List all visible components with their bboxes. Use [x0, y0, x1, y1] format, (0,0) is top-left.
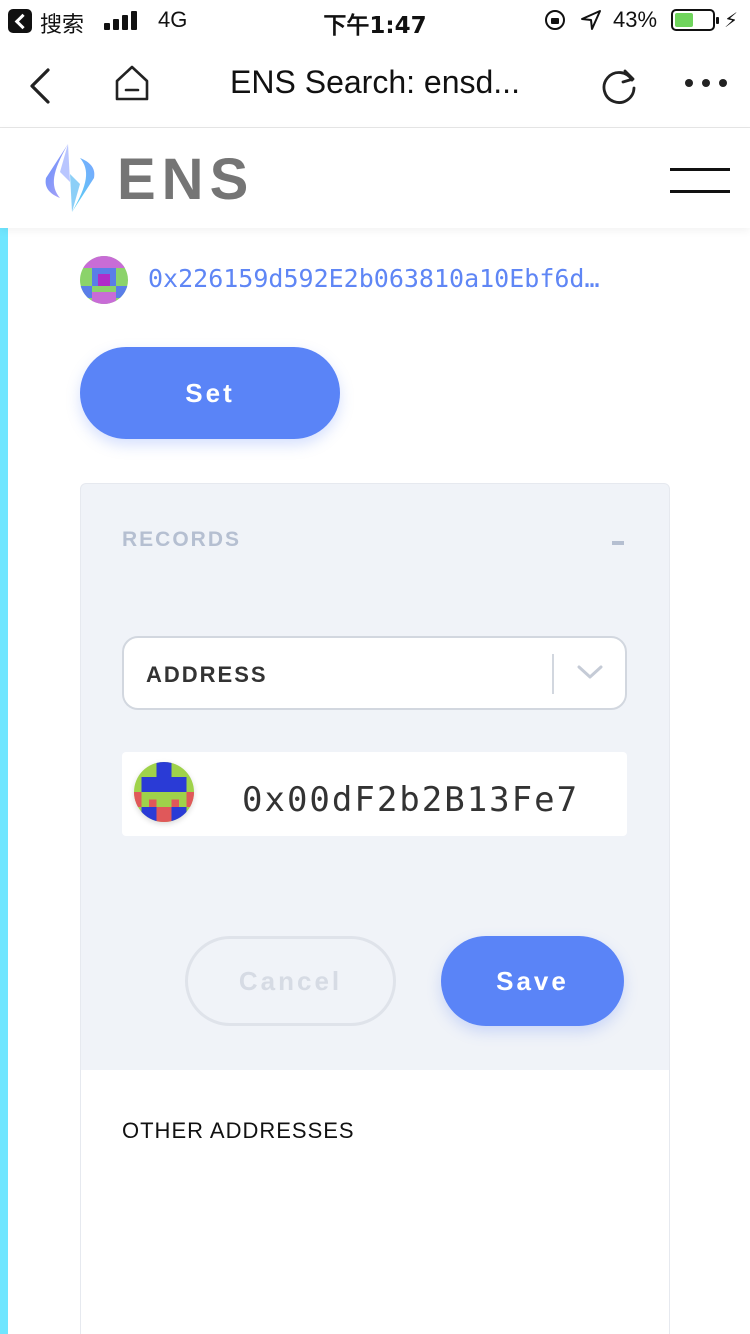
chevron-down-icon[interactable] — [577, 662, 603, 682]
other-addresses-panel — [81, 1070, 669, 1334]
refresh-icon[interactable] — [599, 66, 639, 104]
charging-icon: ⚡ — [724, 10, 739, 32]
owner-address-link[interactable]: 0x226159d592E2b063810a10Ebf6d… — [148, 264, 668, 293]
cancel-button[interactable]: Cancel — [185, 936, 396, 1026]
address-value[interactable]: 0x00dF2b2B13Fe7 — [242, 780, 579, 820]
battery-percent: 43% — [613, 7, 658, 32]
set-button[interactable]: Set — [80, 347, 340, 439]
owner-avatar — [80, 256, 128, 304]
ens-logo-text[interactable]: ENS — [117, 146, 254, 213]
select-divider — [552, 654, 554, 694]
browser-nav-bar: ENS Search: ensd... — [0, 40, 750, 128]
records-collapse-toggle[interactable] — [612, 541, 624, 545]
records-title: RECORDS — [122, 528, 242, 551]
ens-logo-icon[interactable] — [38, 142, 102, 214]
status-bar: 搜索 4G 下午1:47 43% ⚡ — [0, 0, 750, 40]
other-addresses-title: OTHER ADDRESSES — [122, 1118, 355, 1143]
save-button[interactable]: Save — [441, 936, 624, 1026]
more-icon[interactable] — [684, 78, 728, 88]
back-icon[interactable] — [28, 68, 52, 104]
record-type-value: ADDRESS — [146, 662, 268, 687]
owner-row: 0x226159d592E2b063810a10Ebf6d… — [80, 256, 680, 304]
ens-header: ENS — [0, 128, 750, 228]
rotation-lock-icon — [545, 10, 565, 30]
battery-icon — [671, 9, 719, 31]
location-icon — [581, 10, 601, 30]
home-icon[interactable] — [114, 64, 150, 102]
menu-icon[interactable] — [670, 168, 730, 194]
page-title: ENS Search: ensd... — [230, 64, 520, 100]
record-type-select[interactable]: ADDRESS — [122, 636, 627, 710]
address-avatar — [134, 762, 194, 822]
left-accent-bar — [0, 228, 8, 1334]
